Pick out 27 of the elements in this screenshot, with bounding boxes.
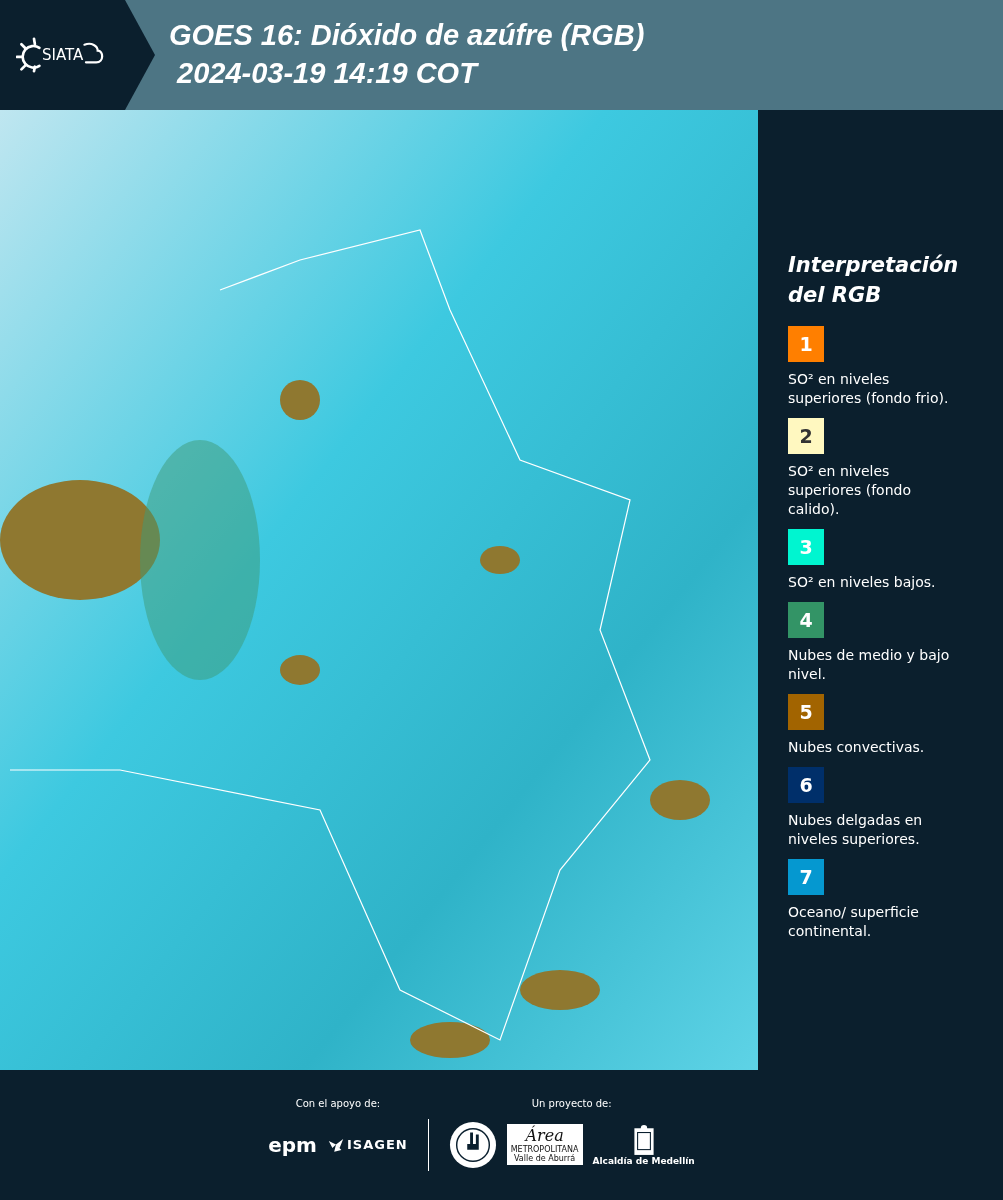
area-logo: Área METROPOLITANA Valle de Aburrá: [506, 1124, 583, 1165]
isagen-logo: ISAGEN: [346, 1137, 408, 1152]
legend-text: SO² en niveles superiores (fondo frio).: [788, 370, 950, 408]
legend-swatch: 4: [788, 602, 824, 638]
legend-title: Interpretación del RGB: [788, 252, 960, 309]
legend-swatch: 7: [788, 859, 824, 895]
legend-text: Nubes delgadas en niveles superiores.: [788, 811, 924, 849]
project-label: Un proyecto de:: [531, 1098, 612, 1109]
legend-swatch: 1: [788, 326, 824, 362]
legend-swatch: 6: [788, 767, 824, 803]
legend-text: Nubes convectivas.: [788, 738, 926, 757]
logo-text: SIATA: [42, 46, 84, 64]
legend-swatch: 3: [788, 529, 824, 565]
legend-text: SO² en niveles superiores (fondo calido).: [788, 462, 912, 519]
city-logo-text: Alcaldía de Medellín: [592, 1155, 695, 1166]
legend-text: SO² en niveles bajos.: [788, 573, 937, 592]
pinwheel-icon: [326, 1137, 345, 1152]
legend-text: Nubes de medio y bajo nivel.: [788, 646, 951, 684]
coat-of-arms-icon: [632, 1123, 655, 1156]
legend-swatch: 2: [788, 418, 824, 454]
legend-swatch: 5: [788, 694, 824, 730]
page-title: GOES 16: Dióxido de azúfre (RGB): [169, 18, 645, 53]
epm-logo: epm: [268, 1132, 317, 1157]
timestamp: 2024-03-19 14:19 COT: [175, 56, 480, 91]
seal-icon: [448, 1120, 497, 1169]
support-label: Con el apoyo de:: [295, 1098, 381, 1109]
legend-text: Oceano/ superficie continental.: [788, 903, 920, 941]
